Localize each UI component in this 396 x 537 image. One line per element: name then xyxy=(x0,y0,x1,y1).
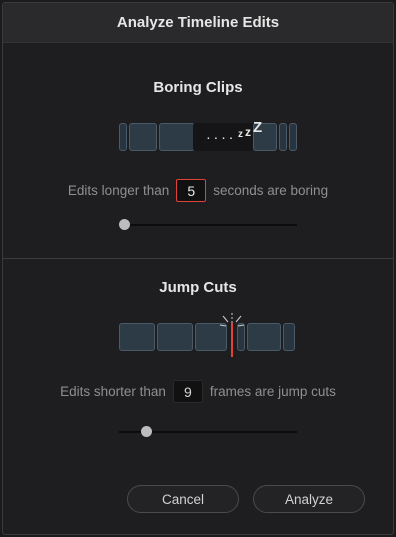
jump-prefix-label: Edits shorter than xyxy=(60,384,166,399)
timeline-clip xyxy=(129,123,157,151)
dialog-title: Analyze Timeline Edits xyxy=(116,14,280,31)
timeline-clip xyxy=(283,323,295,351)
section-divider xyxy=(3,258,393,259)
jump-cuts-title: Jump Cuts xyxy=(159,279,237,296)
cancel-button[interactable]: Cancel xyxy=(127,485,239,513)
timeline-clip xyxy=(289,123,297,151)
timeline-clip xyxy=(157,323,193,351)
timeline-clip xyxy=(279,123,287,151)
boring-seconds-input[interactable]: 5 xyxy=(176,179,207,202)
timeline-clip xyxy=(119,123,127,151)
boring-suffix-label: seconds are boring xyxy=(213,183,329,198)
cut-spark-icon xyxy=(219,313,245,357)
zzz-letter: z xyxy=(245,125,251,139)
jump-frames-input[interactable]: 9 xyxy=(172,380,203,403)
zzz-letter: Z xyxy=(253,119,263,136)
dialog-titlebar: Analyze Timeline Edits xyxy=(3,3,393,43)
zzz-dots: . . . . xyxy=(207,131,234,142)
slider-track xyxy=(119,224,297,226)
jump-cuts-illustration xyxy=(119,313,297,357)
jump-threshold-slider[interactable] xyxy=(119,425,297,439)
jump-suffix-label: frames are jump cuts xyxy=(209,384,336,399)
boring-clips-title: Boring Clips xyxy=(153,79,243,96)
boring-threshold-slider[interactable] xyxy=(119,218,297,232)
sleep-zzz-icon: . . . . z z Z xyxy=(207,117,277,147)
boring-prefix-label: Edits longer than xyxy=(67,183,170,198)
jump-threshold-row: Edits shorter than 9 frames are jump cut… xyxy=(3,380,393,403)
boring-threshold-row: Edits longer than 5 seconds are boring xyxy=(3,179,393,202)
timeline-clip xyxy=(119,323,155,351)
slider-thumb[interactable] xyxy=(119,219,130,230)
boring-clips-illustration: . . . . z z Z xyxy=(119,119,297,151)
timeline-clip xyxy=(159,123,195,151)
analyze-timeline-edits-dialog: Analyze Timeline Edits Boring Clips . . … xyxy=(2,2,394,535)
timeline-clip xyxy=(247,323,281,351)
slider-thumb[interactable] xyxy=(141,426,152,437)
zzz-letter: z xyxy=(238,129,243,140)
analyze-button[interactable]: Analyze xyxy=(253,485,365,513)
